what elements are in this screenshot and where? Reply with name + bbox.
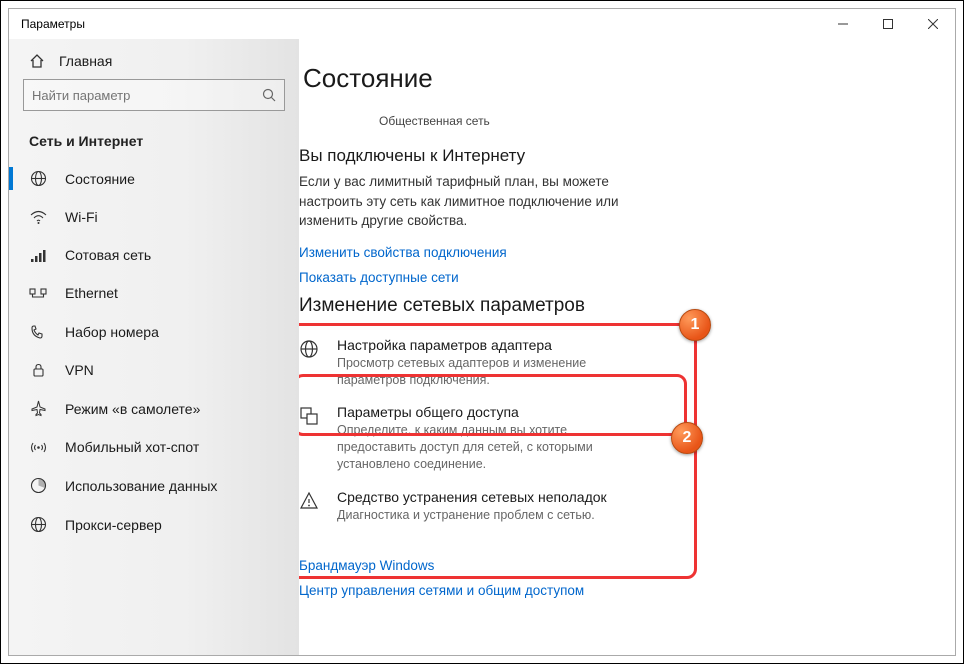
sidebar-item-ethernet[interactable]: Ethernet (9, 274, 299, 312)
hotspot-icon (29, 440, 47, 455)
link-firewall[interactable]: Брандмауэр Windows (299, 558, 923, 573)
nav-label: Прокси-сервер (65, 517, 162, 533)
option-sharing-settings[interactable]: Параметры общего доступа Определите, к к… (299, 398, 923, 483)
sidebar-item-proxy[interactable]: Прокси-сервер (9, 505, 299, 544)
search-input[interactable] (32, 88, 262, 103)
sidebar-item-hotspot[interactable]: Мобильный хот-спот (9, 428, 299, 466)
minimize-button[interactable] (820, 9, 865, 39)
option-title: Параметры общего доступа (337, 404, 647, 420)
search-wrap (9, 79, 299, 119)
option-desc: Определите, к каким данным вы хотите пре… (337, 422, 647, 473)
sidebar-home[interactable]: Главная (9, 47, 299, 79)
window-controls (820, 9, 955, 39)
connected-text: Если у вас лимитный тарифный план, вы мо… (299, 172, 669, 231)
option-title: Настройка параметров адаптера (337, 337, 647, 353)
ethernet-icon (29, 286, 47, 300)
option-adapter-settings[interactable]: Настройка параметров адаптера Просмотр с… (299, 331, 923, 399)
link-show-networks[interactable]: Показать доступные сети (299, 270, 923, 285)
globe-icon (299, 337, 321, 389)
sidebar-item-dialup[interactable]: Набор номера (9, 312, 299, 351)
settings-window: Параметры Главная Сеть и Интернет Состоя (8, 8, 956, 656)
option-troubleshoot[interactable]: Средство устранения сетевых неполадок Ди… (299, 483, 923, 534)
maximize-button[interactable] (865, 9, 910, 39)
nav-label: Использование данных (65, 478, 217, 494)
window-title: Параметры (21, 17, 85, 31)
nav-label: VPN (65, 362, 94, 378)
nav-label: Ethernet (65, 285, 118, 301)
search-icon (262, 88, 276, 102)
vpn-icon (29, 363, 47, 378)
home-label: Главная (59, 53, 112, 69)
close-button[interactable] (910, 9, 955, 39)
link-change-properties[interactable]: Изменить свойства подключения (299, 245, 923, 260)
page-title: Состояние (299, 63, 923, 94)
sidebar-item-airplane[interactable]: Режим «в самолете» (9, 389, 299, 428)
sidebar-item-wifi[interactable]: Wi-Fi (9, 198, 299, 236)
nav-label: Состояние (65, 171, 135, 187)
sidebar: Главная Сеть и Интернет Состояние Wi-Fi … (9, 39, 299, 655)
warning-icon (299, 489, 321, 524)
sharing-icon (299, 404, 321, 473)
home-icon (29, 53, 45, 69)
option-text: Настройка параметров адаптера Просмотр с… (337, 337, 647, 389)
window-body: Главная Сеть и Интернет Состояние Wi-Fi … (9, 39, 955, 655)
search-box[interactable] (23, 79, 285, 111)
nav-label: Сотовая сеть (65, 247, 151, 263)
nav-label: Мобильный хот-спот (65, 439, 199, 455)
screenshot-frame: Параметры Главная Сеть и Интернет Состоя (0, 0, 964, 664)
nav-label: Wi-Fi (65, 209, 98, 225)
globe-icon (29, 170, 47, 187)
sidebar-item-cellular[interactable]: Сотовая сеть (9, 236, 299, 274)
titlebar: Параметры (9, 9, 955, 39)
nav-label: Набор номера (65, 324, 159, 340)
option-text: Параметры общего доступа Определите, к к… (337, 404, 647, 473)
sidebar-item-status[interactable]: Состояние (9, 159, 299, 198)
option-text: Средство устранения сетевых неполадок Ди… (337, 489, 607, 524)
dialup-icon (29, 323, 47, 340)
content: Состояние Общественная сеть Вы подключен… (299, 39, 955, 655)
cellular-icon (29, 248, 47, 263)
proxy-icon (29, 516, 47, 533)
option-title: Средство устранения сетевых неполадок (337, 489, 607, 505)
network-type: Общественная сеть (299, 114, 923, 128)
airplane-icon (29, 400, 47, 417)
datausage-icon (29, 477, 47, 494)
nav-label: Режим «в самолете» (65, 401, 200, 417)
wifi-icon (29, 210, 47, 225)
section-label: Сеть и Интернет (9, 119, 299, 159)
connected-title: Вы подключены к Интернету (299, 146, 923, 166)
section-change-params: Изменение сетевых параметров (299, 295, 923, 317)
link-network-center[interactable]: Центр управления сетями и общим доступом (299, 583, 923, 598)
sidebar-item-vpn[interactable]: VPN (9, 351, 299, 389)
option-desc: Диагностика и устранение проблем с сетью… (337, 507, 607, 524)
sidebar-item-datausage[interactable]: Использование данных (9, 466, 299, 505)
option-desc: Просмотр сетевых адаптеров и изменение п… (337, 355, 647, 389)
